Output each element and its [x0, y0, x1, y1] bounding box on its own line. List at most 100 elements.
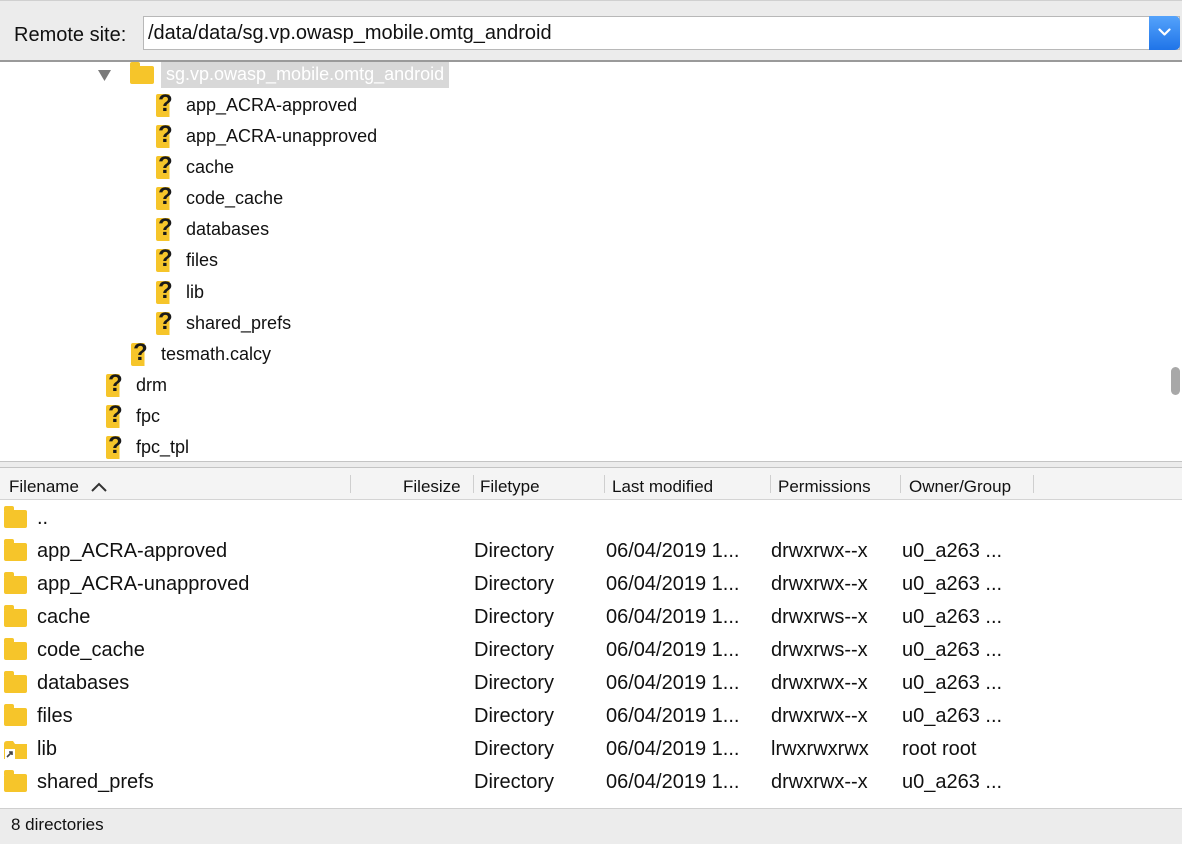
- unknown-folder-icon: [156, 245, 178, 273]
- file-permissions: drwxrws--x: [771, 639, 868, 661]
- file-permissions: drwxrwx--x: [771, 540, 868, 562]
- file-row-parent[interactable]: ..: [0, 503, 1182, 536]
- file-name: databases: [37, 672, 130, 694]
- tree-item[interactable]: drm: [106, 370, 167, 401]
- file-name: app_ACRA-approved: [37, 540, 228, 562]
- file-modified: 06/04/2019 1...: [606, 606, 740, 628]
- file-type: Directory: [474, 540, 555, 562]
- file-row[interactable]: code_cache Directory 06/04/2019 1... drw…: [0, 635, 1182, 668]
- file-owner: root root: [902, 738, 977, 760]
- tree-item-label: fpc_tpl: [136, 437, 190, 457]
- remote-site-label: Remote site:: [14, 24, 127, 46]
- file-type: Directory: [474, 606, 555, 628]
- tree-item-label: app_ACRA-unapproved: [186, 126, 378, 146]
- column-header-filetype[interactable]: Filetype: [480, 477, 540, 497]
- tree-item[interactable]: lib: [156, 277, 204, 308]
- column-divider[interactable]: [473, 475, 474, 493]
- unknown-folder-icon: [156, 308, 178, 336]
- folder-icon: [4, 539, 27, 561]
- tree-scrollbar-thumb[interactable]: [1171, 367, 1180, 395]
- file-permissions: drwxrwx--x: [771, 705, 868, 727]
- expand-triangle-icon[interactable]: [98, 70, 111, 81]
- remote-file-list[interactable]: Filename Filesize Filetype Last modified…: [0, 467, 1182, 808]
- unknown-folder-icon: [106, 401, 128, 429]
- remote-site-bar: Remote site:: [0, 0, 1182, 61]
- tree-item[interactable]: tesmath.calcy: [131, 339, 271, 370]
- file-owner: u0_a263 ...: [902, 540, 1003, 562]
- column-header-permissions[interactable]: Permissions: [778, 477, 871, 497]
- file-row[interactable]: cache Directory 06/04/2019 1... drwxrws-…: [0, 602, 1182, 635]
- file-row[interactable]: databases Directory 06/04/2019 1... drwx…: [0, 668, 1182, 701]
- tree-item[interactable]: fpc_tpl: [106, 432, 190, 461]
- file-list-header: Filename Filesize Filetype Last modified…: [0, 468, 1182, 500]
- column-header-filename[interactable]: Filename: [9, 477, 108, 497]
- file-name: code_cache: [37, 639, 145, 661]
- tree-item-label: databases: [186, 219, 270, 239]
- column-divider[interactable]: [900, 475, 901, 493]
- folder-icon: [4, 638, 27, 660]
- file-name: shared_prefs: [37, 771, 154, 793]
- tree-item[interactable]: shared_prefs: [156, 308, 291, 339]
- tree-item[interactable]: app_ACRA-approved: [156, 90, 357, 121]
- file-type: Directory: [474, 672, 555, 694]
- tree-item-label: shared_prefs: [186, 313, 292, 333]
- file-permissions: drwxrwx--x: [771, 573, 868, 595]
- file-owner: u0_a263 ...: [902, 771, 1003, 793]
- file-modified: 06/04/2019 1...: [606, 738, 740, 760]
- column-header-last-modified[interactable]: Last modified: [612, 477, 713, 497]
- file-row[interactable]: app_ACRA-unapproved Directory 06/04/2019…: [0, 569, 1182, 602]
- column-header-filesize[interactable]: Filesize: [403, 477, 461, 497]
- file-type: Directory: [474, 573, 555, 595]
- tree-item[interactable]: fpc: [106, 401, 160, 432]
- file-type: Directory: [474, 771, 555, 793]
- tree-item[interactable]: cache: [156, 152, 234, 183]
- file-permissions: lrwxrwxrwx: [771, 738, 869, 760]
- symlink-folder-icon: [4, 741, 27, 759]
- tree-item-label: cache: [186, 157, 235, 177]
- tree-item[interactable]: databases: [156, 214, 269, 245]
- remote-path-input[interactable]: [148, 19, 1138, 47]
- file-modified: 06/04/2019 1...: [606, 672, 740, 694]
- folder-icon: [4, 506, 27, 528]
- tree-item[interactable]: files: [156, 245, 218, 276]
- tree-item-label: tesmath.calcy: [161, 344, 272, 364]
- file-name: cache: [37, 606, 91, 628]
- file-row[interactable]: app_ACRA-approved Directory 06/04/2019 1…: [0, 536, 1182, 569]
- tree-item[interactable]: code_cache: [156, 183, 283, 214]
- file-permissions: drwxrwx--x: [771, 672, 868, 694]
- column-divider[interactable]: [350, 475, 351, 493]
- folder-icon: [4, 704, 27, 726]
- file-type: Directory: [474, 639, 555, 661]
- file-name: lib: [37, 738, 58, 760]
- file-row[interactable]: lib Directory 06/04/2019 1... lrwxrwxrwx…: [0, 734, 1182, 767]
- chevron-down-icon: [1158, 28, 1171, 36]
- column-divider[interactable]: [770, 475, 771, 493]
- tree-item-selected[interactable]: sg.vp.owasp_mobile.omtg_android: [130, 62, 450, 90]
- unknown-folder-icon: [106, 432, 128, 460]
- tree-item[interactable]: app_ACRA-unapproved: [156, 121, 377, 152]
- remote-path-dropdown-button[interactable]: [1149, 16, 1180, 50]
- unknown-folder-icon: [156, 152, 178, 180]
- unknown-folder-icon: [156, 183, 178, 211]
- column-divider[interactable]: [604, 475, 605, 493]
- file-row[interactable]: shared_prefs Directory 06/04/2019 1... d…: [0, 767, 1182, 800]
- tree-item-label: drm: [136, 375, 167, 395]
- remote-directory-tree[interactable]: sg.vp.owasp_mobile.omtg_android app_ACRA…: [0, 60, 1182, 462]
- unknown-folder-icon: [131, 339, 153, 367]
- file-modified: 06/04/2019 1...: [606, 573, 740, 595]
- column-header-owner-group[interactable]: Owner/Group: [909, 477, 1011, 497]
- column-divider[interactable]: [1033, 475, 1034, 493]
- file-owner: u0_a263 ...: [902, 705, 1003, 727]
- file-owner: u0_a263 ...: [902, 606, 1003, 628]
- file-row[interactable]: files Directory 06/04/2019 1... drwxrwx-…: [0, 701, 1182, 734]
- folder-icon: [4, 605, 27, 627]
- tree-item-label: sg.vp.owasp_mobile.omtg_android: [161, 62, 450, 88]
- unknown-folder-icon: [156, 277, 178, 305]
- status-text: 8 directories: [11, 815, 104, 834]
- remote-site-field[interactable]: [143, 16, 1180, 50]
- file-name: files: [37, 705, 73, 727]
- file-type: Directory: [474, 705, 555, 727]
- column-header-label: Filename: [9, 477, 79, 496]
- folder-icon: [4, 770, 27, 792]
- file-permissions: drwxrwx--x: [771, 771, 868, 793]
